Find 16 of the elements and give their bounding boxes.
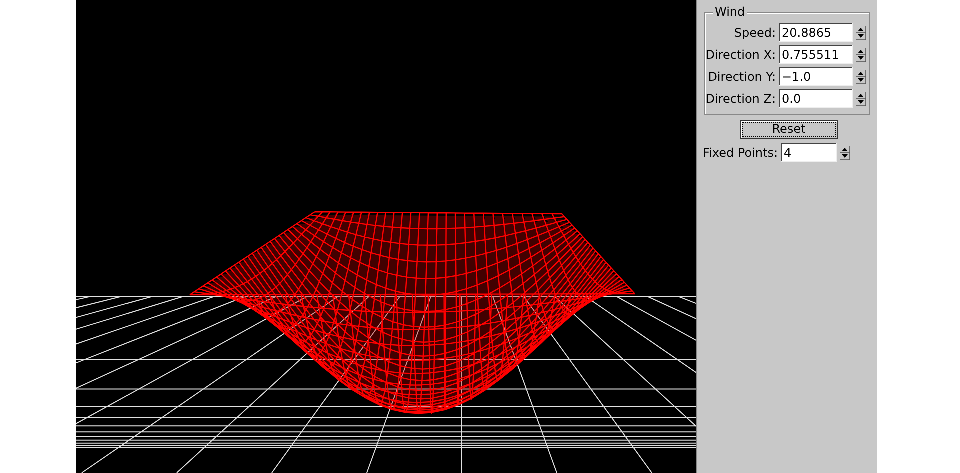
spinner-icon[interactable] xyxy=(856,26,866,40)
field-label: Direction Y: xyxy=(708,68,776,86)
number-field[interactable]: 0.0 xyxy=(779,89,853,108)
field-label: Direction X: xyxy=(706,46,776,64)
spinner-icon[interactable] xyxy=(856,70,866,84)
reset-button[interactable]: Reset xyxy=(740,120,838,139)
field-label: Speed: xyxy=(734,24,776,42)
field-label: Fixed Points: xyxy=(703,144,778,162)
spinner-icon[interactable] xyxy=(840,146,850,160)
spinner-icon[interactable] xyxy=(856,92,866,106)
number-field[interactable]: 0.755511 xyxy=(779,45,853,64)
field-label: Direction Z: xyxy=(706,90,776,108)
number-field[interactable]: 4 xyxy=(781,143,837,162)
spinner-icon[interactable] xyxy=(856,48,866,62)
number-field[interactable]: 20.8865 xyxy=(779,23,853,42)
number-field[interactable]: −1.0 xyxy=(779,67,853,86)
